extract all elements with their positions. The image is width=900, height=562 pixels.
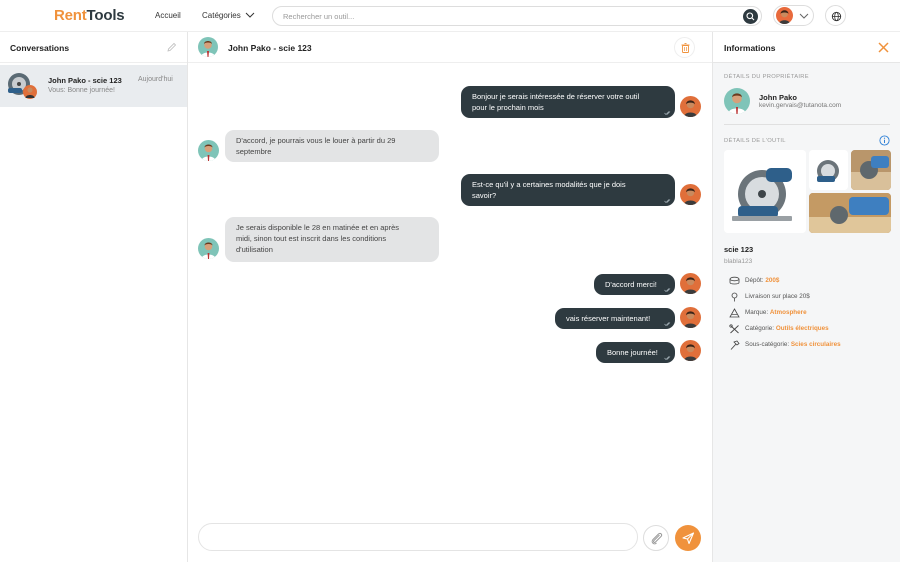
message-composer bbox=[198, 523, 638, 551]
my-avatar bbox=[680, 340, 701, 361]
tool-section-label: DÉTAILS DE L'OUTIL bbox=[724, 138, 786, 144]
search-bar bbox=[272, 6, 762, 26]
owner-section-label: DÉTAILS DU PROPRIÉTAIRE bbox=[724, 74, 809, 80]
close-icon[interactable] bbox=[877, 41, 890, 54]
category-value[interactable]: Outils électriques bbox=[776, 325, 829, 332]
tool-photo-thumb[interactable] bbox=[851, 150, 891, 190]
brand-label: Marque: bbox=[745, 309, 770, 316]
trash-icon bbox=[681, 43, 690, 53]
message-text: D'accord merci! bbox=[605, 280, 657, 289]
message-bubble-incoming: D'accord, je pourrais vous le louer à pa… bbox=[225, 130, 439, 162]
search-button[interactable] bbox=[743, 9, 758, 24]
user-avatar bbox=[776, 7, 793, 24]
message-text: D'accord, je pourrais vous le louer à pa… bbox=[236, 136, 396, 145]
my-avatar bbox=[680, 184, 701, 205]
message-bubble-outgoing: Bonne journée! bbox=[596, 342, 675, 363]
my-avatar bbox=[680, 273, 701, 294]
double-check-icon bbox=[664, 356, 671, 361]
message-text: savoir? bbox=[472, 191, 497, 200]
owner-avatar bbox=[724, 88, 750, 114]
conversations-panel: Conversations John Pako - scie 123 Aujou… bbox=[0, 32, 188, 562]
chevron-down-icon bbox=[799, 13, 809, 19]
message-bubble-outgoing: Bonjour je serais intéressée de réserver… bbox=[461, 86, 675, 118]
double-check-icon bbox=[664, 199, 671, 204]
tool-photo-thumb[interactable] bbox=[809, 193, 891, 233]
search-input[interactable] bbox=[273, 7, 713, 25]
owner-email: kevin.gervais@tutanota.com bbox=[759, 102, 842, 109]
top-navbar: RentTools Accueil Catégories bbox=[0, 0, 900, 32]
message-bubble-outgoing: vais réserver maintenant! bbox=[555, 308, 675, 329]
nav-home-link[interactable]: Accueil bbox=[155, 11, 181, 20]
deposit-value: 200$ bbox=[765, 277, 780, 284]
double-check-icon bbox=[664, 288, 671, 293]
logo-part-rent: Rent bbox=[54, 7, 87, 24]
user-menu-button[interactable] bbox=[773, 5, 814, 26]
message-text: pour le prochain mois bbox=[472, 103, 544, 112]
tools-icon bbox=[729, 324, 739, 334]
double-check-icon bbox=[664, 322, 671, 327]
message-bubble-outgoing: Est-ce qu'il y a certaines modalités que… bbox=[461, 174, 675, 206]
logo-part-tools: Tools bbox=[86, 7, 125, 24]
conversations-header: Conversations bbox=[0, 32, 187, 63]
message-text: Je serais disponible le 28 en matinée et… bbox=[236, 223, 400, 232]
tool-photo-thumb[interactable] bbox=[809, 150, 848, 190]
subcategory-label: Sous-catégorie: bbox=[745, 341, 791, 348]
deposit-label: Dépôt: bbox=[745, 277, 766, 284]
tool-name: scie 123 bbox=[724, 245, 754, 254]
logo[interactable]: RentTools bbox=[54, 7, 125, 24]
conversations-title: Conversations bbox=[10, 43, 70, 53]
brand-value[interactable]: Atmosphere bbox=[770, 309, 807, 316]
brand-tag-icon bbox=[729, 308, 740, 318]
conversation-last-message: Vous: Bonne journée! bbox=[48, 87, 115, 94]
message-text: septembre bbox=[236, 147, 272, 156]
delete-conversation-button[interactable] bbox=[674, 37, 695, 58]
chevron-down-icon[interactable] bbox=[245, 11, 255, 19]
send-button[interactable] bbox=[675, 525, 701, 551]
delivery-text: Livraison sur place 20$ bbox=[745, 293, 810, 300]
double-check-icon bbox=[664, 111, 671, 116]
owner-name: John Pako bbox=[759, 93, 797, 102]
message-text: midi, sinon tout est inscrit dans les co… bbox=[236, 234, 387, 243]
location-pin-icon bbox=[731, 292, 738, 302]
contact-avatar bbox=[198, 238, 219, 259]
my-avatar bbox=[680, 96, 701, 117]
message-input[interactable] bbox=[199, 524, 619, 550]
tool-thumbnail-avatar bbox=[8, 73, 37, 99]
conversation-item[interactable]: John Pako - scie 123 Aujourd'hui Vous: B… bbox=[0, 65, 187, 107]
my-avatar bbox=[680, 307, 701, 328]
info-icon[interactable] bbox=[879, 135, 890, 146]
info-header: Informations bbox=[713, 32, 900, 63]
globe-icon bbox=[831, 11, 842, 22]
category-label: Catégorie: bbox=[745, 325, 776, 332]
message-text: d'utilisation bbox=[236, 245, 273, 254]
subcategory-value[interactable]: Scies circulaires bbox=[791, 341, 841, 348]
divider bbox=[724, 124, 890, 125]
chat-title: John Pako - scie 123 bbox=[228, 43, 312, 53]
paperclip-icon bbox=[651, 532, 663, 545]
chat-header: John Pako - scie 123 bbox=[188, 32, 712, 63]
contact-avatar bbox=[198, 140, 219, 161]
nav-categories-link[interactable]: Catégories bbox=[202, 11, 241, 20]
attach-file-button[interactable] bbox=[643, 525, 669, 551]
message-bubble-incoming: Je serais disponible le 28 en matinée et… bbox=[225, 217, 439, 262]
info-title: Informations bbox=[724, 43, 776, 53]
conversation-name: John Pako - scie 123 bbox=[48, 76, 122, 85]
tool-photo-main[interactable] bbox=[724, 150, 806, 233]
message-bubble-outgoing: D'accord merci! bbox=[594, 274, 675, 295]
coin-stack-icon bbox=[729, 276, 740, 285]
new-conversation-icon[interactable] bbox=[166, 42, 177, 53]
message-text: Est-ce qu'il y a certaines modalités que… bbox=[472, 180, 626, 189]
message-text: Bonjour je serais intéressée de réserver… bbox=[472, 92, 640, 101]
info-panel: Informations DÉTAILS DU PROPRIÉTAIRE Joh… bbox=[712, 32, 900, 562]
search-icon bbox=[746, 12, 755, 21]
message-text: vais réserver maintenant! bbox=[566, 314, 651, 323]
send-icon bbox=[682, 532, 695, 545]
conversation-date: Aujourd'hui bbox=[138, 76, 173, 83]
contact-avatar bbox=[198, 37, 218, 57]
message-text: Bonne journée! bbox=[607, 348, 658, 357]
hammer-icon bbox=[730, 340, 740, 350]
language-button[interactable] bbox=[825, 5, 846, 26]
tool-description: blabla123 bbox=[724, 258, 753, 265]
